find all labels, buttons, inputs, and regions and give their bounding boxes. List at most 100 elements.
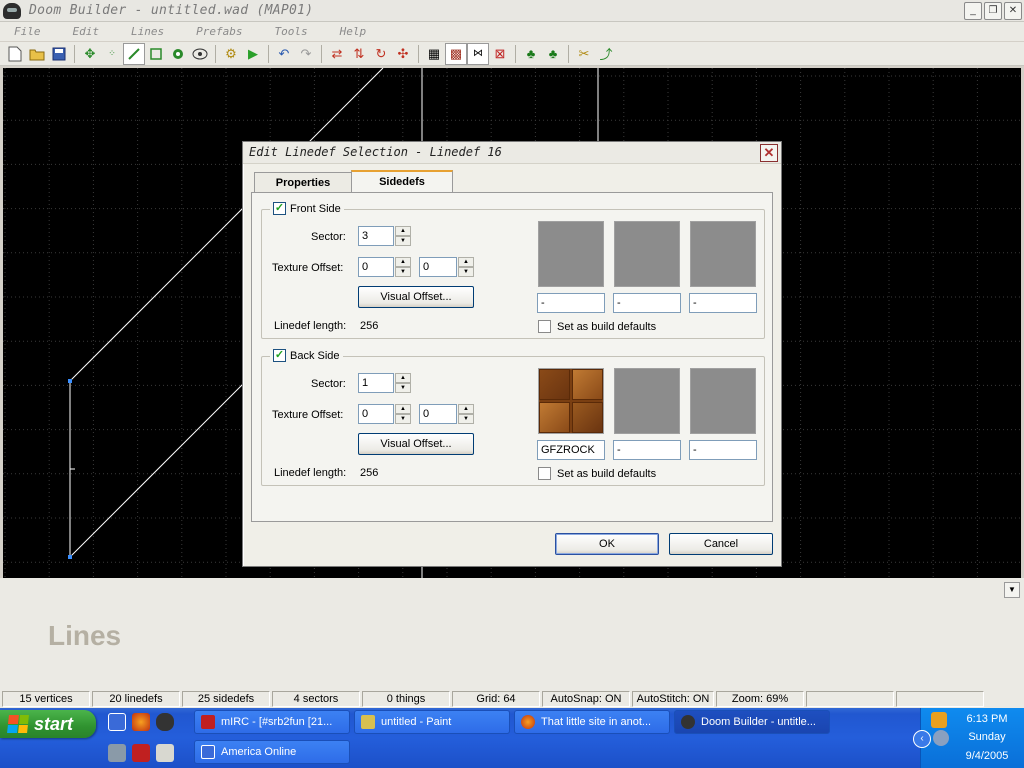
back-side-checkbox[interactable]: ✓ xyxy=(273,349,286,362)
mirc-quicklaunch-icon[interactable] xyxy=(132,744,150,762)
chevron-left-icon[interactable]: ‹ xyxy=(913,730,931,748)
minimize-button[interactable]: _ xyxy=(964,2,982,20)
grid-icon[interactable]: ▦ xyxy=(423,43,445,65)
tray-app-icon[interactable] xyxy=(931,712,947,728)
flip-sidedef-icon[interactable]: ⇅ xyxy=(348,43,370,65)
back-offset-label: Texture Offset: xyxy=(272,409,344,421)
spin-down-icon[interactable]: ▼ xyxy=(458,267,474,277)
front-build-defaults-checkbox[interactable] xyxy=(538,320,551,333)
front-lower-texture[interactable] xyxy=(690,221,756,287)
tools-icon[interactable]: ✂ xyxy=(573,43,595,65)
chart-quicklaunch-icon[interactable] xyxy=(156,744,174,762)
spin-down-icon[interactable]: ▼ xyxy=(395,236,411,246)
lines-mode-icon[interactable] xyxy=(123,42,145,65)
things-mode-icon[interactable] xyxy=(167,43,189,65)
spin-down-icon[interactable]: ▼ xyxy=(395,414,411,424)
spin-down-icon[interactable]: ▼ xyxy=(395,383,411,393)
spin-down-icon[interactable]: ▼ xyxy=(458,414,474,424)
front-build-defaults[interactable]: Set as build defaults xyxy=(538,320,656,333)
front-sector-input[interactable] xyxy=(358,226,394,246)
front-sector-stepper: ▲▼ xyxy=(358,226,411,246)
spin-up-icon[interactable]: ▲ xyxy=(395,373,411,383)
front-middle-texture-field[interactable] xyxy=(613,293,681,313)
tab-properties[interactable]: Properties xyxy=(254,172,352,194)
back-lower-texture-field[interactable] xyxy=(689,440,757,460)
task-mirc[interactable]: mIRC - [#srb2fun [21... xyxy=(194,710,350,734)
snap-grid-icon[interactable]: ▩ xyxy=(445,42,467,65)
clock-time[interactable]: 6:13 PM xyxy=(953,713,1021,725)
menu-edit[interactable]: Edit xyxy=(73,25,100,38)
scale-icon[interactable]: ✣ xyxy=(392,43,414,65)
start-button[interactable]: start xyxy=(0,710,96,738)
sectors-mode-icon[interactable] xyxy=(145,43,167,65)
back-offset-x-input[interactable] xyxy=(358,404,394,424)
flip-linedef-icon[interactable]: ⇄ xyxy=(326,43,348,65)
play-icon[interactable]: ▶ xyxy=(242,43,264,65)
spin-up-icon[interactable]: ▲ xyxy=(395,226,411,236)
spin-down-icon[interactable]: ▼ xyxy=(395,267,411,277)
rotate-icon[interactable]: ↻ xyxy=(370,43,392,65)
back-lower-texture[interactable] xyxy=(690,368,756,434)
chevron-down-icon[interactable]: ▼ xyxy=(1004,582,1020,598)
back-offset-y-input[interactable] xyxy=(419,404,457,424)
curve-icon[interactable]: ⤴ xyxy=(595,43,617,65)
front-upper-texture[interactable] xyxy=(538,221,604,287)
spin-up-icon[interactable]: ▲ xyxy=(395,257,411,267)
back-sector-stepper: ▲▼ xyxy=(358,373,411,393)
redo-icon[interactable]: ↷ xyxy=(295,43,317,65)
move-icon[interactable]: ✥ xyxy=(79,43,101,65)
task-firefox[interactable]: That little site in anot... xyxy=(514,710,670,734)
front-side-checkbox[interactable]: ✓ xyxy=(273,202,286,215)
desktop-shortcut-icon[interactable] xyxy=(108,713,126,731)
front-upper-texture-field[interactable] xyxy=(537,293,605,313)
back-middle-texture-field[interactable] xyxy=(613,440,681,460)
menu-help[interactable]: Help xyxy=(340,25,367,38)
back-upper-texture-field[interactable] xyxy=(537,440,605,460)
toolbar-separator xyxy=(74,44,75,63)
new-file-icon[interactable] xyxy=(4,43,26,65)
tray-network-icon[interactable] xyxy=(933,730,949,746)
back-upper-texture[interactable] xyxy=(538,368,604,434)
back-build-defaults-checkbox[interactable] xyxy=(538,467,551,480)
front-offset-y-input[interactable] xyxy=(419,257,457,277)
stitch-icon[interactable]: ⋈ xyxy=(467,42,489,65)
test-map-icon[interactable]: ⚙ xyxy=(220,43,242,65)
task-label: That little site in anot... xyxy=(541,716,652,728)
undo-icon[interactable]: ↶ xyxy=(273,43,295,65)
toolbar-separator xyxy=(568,44,569,63)
menu-tools[interactable]: Tools xyxy=(274,25,307,38)
back-visual-offset-button[interactable]: Visual Offset... xyxy=(358,433,474,455)
task-aol[interactable]: America Online xyxy=(194,740,350,764)
menu-file[interactable]: File xyxy=(14,25,41,38)
front-middle-texture[interactable] xyxy=(614,221,680,287)
doom-builder-quicklaunch-icon[interactable] xyxy=(156,713,174,731)
delete-icon[interactable]: ⊠ xyxy=(489,43,511,65)
dialog-close-icon[interactable]: ✕ xyxy=(760,144,778,162)
spin-up-icon[interactable]: ▲ xyxy=(458,404,474,414)
front-visual-offset-button[interactable]: Visual Offset... xyxy=(358,286,474,308)
spin-up-icon[interactable]: ▲ xyxy=(395,404,411,414)
restore-button[interactable]: ❐ xyxy=(984,2,1002,20)
tab-sidedefs[interactable]: Sidedefs xyxy=(351,170,453,194)
vertices-mode-icon[interactable]: ⁘ xyxy=(101,43,123,65)
spin-up-icon[interactable]: ▲ xyxy=(458,257,474,267)
front-lower-texture-field[interactable] xyxy=(689,293,757,313)
save-icon[interactable] xyxy=(48,43,70,65)
ok-button[interactable]: OK xyxy=(555,533,659,555)
task-paint[interactable]: untitled - Paint xyxy=(354,710,510,734)
back-build-defaults[interactable]: Set as build defaults xyxy=(538,467,656,480)
3d-mode-icon[interactable] xyxy=(189,43,211,65)
tree-icon[interactable]: ♣ xyxy=(520,43,542,65)
front-offset-x-input[interactable] xyxy=(358,257,394,277)
settings-quicklaunch-icon[interactable] xyxy=(108,744,126,762)
task-doom-builder[interactable]: Doom Builder - untitle... xyxy=(674,710,830,734)
back-sector-input[interactable] xyxy=(358,373,394,393)
firefox-icon[interactable] xyxy=(132,713,150,731)
cancel-button[interactable]: Cancel xyxy=(669,533,773,555)
menu-lines[interactable]: Lines xyxy=(131,25,164,38)
menu-prefabs[interactable]: Prefabs xyxy=(196,25,242,38)
back-middle-texture[interactable] xyxy=(614,368,680,434)
trees-icon[interactable]: ♣ xyxy=(542,43,564,65)
open-folder-icon[interactable] xyxy=(26,43,48,65)
close-window-button[interactable]: ✕ xyxy=(1004,2,1022,20)
